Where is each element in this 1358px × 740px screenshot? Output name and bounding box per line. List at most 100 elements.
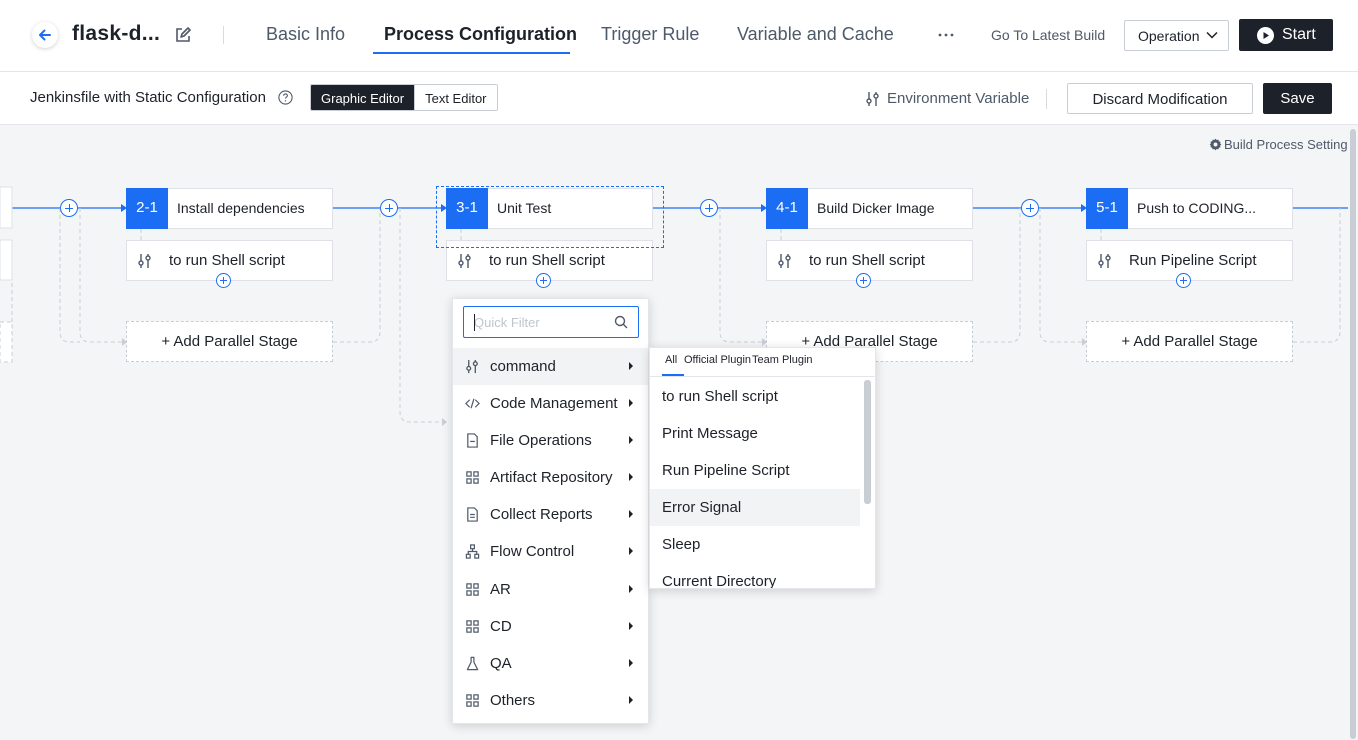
tab-basic-info[interactable]: Basic Info	[266, 24, 345, 45]
add-stage-button[interactable]	[1021, 199, 1039, 217]
task-name: Run Pipeline Script	[1129, 252, 1257, 269]
new-task-placeholder	[436, 186, 664, 248]
submenu-item[interactable]: Print Message	[650, 415, 860, 452]
stage-name: Build Dicker Image	[817, 200, 935, 216]
add-task-button[interactable]	[536, 273, 551, 288]
stage-name: Push to CODING...	[1137, 200, 1257, 216]
sliders-icon[interactable]	[865, 91, 881, 107]
operation-dropdown[interactable]: Operation	[1124, 20, 1229, 51]
active-tab-indicator	[662, 374, 684, 376]
caret-right-icon	[629, 547, 633, 555]
scrollbar-thumb[interactable]	[1350, 129, 1356, 739]
environment-variable-link[interactable]: Environment Variable	[887, 90, 1029, 107]
submenu-item[interactable]: Current Directory	[650, 563, 860, 588]
add-task-button[interactable]	[856, 273, 871, 288]
submenu-item[interactable]: Sleep	[650, 526, 860, 563]
tab-variable-and-cache[interactable]: Variable and Cache	[737, 24, 894, 45]
add-parallel-stage-button[interactable]: + Add Parallel Stage	[126, 321, 333, 362]
menu-item-label: QA	[490, 655, 512, 672]
top-header: flask-d... Basic Info Process Configurat…	[0, 0, 1358, 72]
go-to-latest-build-link[interactable]: Go To Latest Build	[991, 27, 1105, 43]
add-stage-button[interactable]	[60, 199, 78, 217]
plugin-filter-tabs: All Official Plugin Team Plugin	[650, 348, 875, 377]
start-button[interactable]: Start	[1239, 19, 1333, 51]
submenu-scrollbar[interactable]	[864, 380, 871, 504]
arrow-left-icon	[39, 29, 51, 41]
menu-item-artifact-repository[interactable]: Artifact Repository	[453, 459, 648, 496]
edit-icon[interactable]	[174, 26, 192, 44]
tab-trigger-rule[interactable]: Trigger Rule	[601, 24, 699, 45]
divider	[223, 26, 224, 44]
task-name: to run Shell script	[809, 252, 925, 269]
caret-right-icon	[629, 510, 633, 518]
menu-item-label: Others	[490, 692, 536, 709]
file-icon	[467, 433, 478, 448]
sliders-icon	[778, 254, 791, 268]
more-icon[interactable]	[937, 26, 955, 44]
menu-item-ar[interactable]: AR	[453, 571, 648, 608]
active-tab-indicator	[373, 52, 570, 54]
back-button[interactable]	[32, 22, 58, 48]
submenu-item[interactable]: Run Pipeline Script	[650, 452, 860, 489]
tab-all[interactable]: All	[665, 354, 677, 366]
chevron-down-icon	[1206, 31, 1218, 39]
flow-icon	[465, 544, 480, 559]
canvas-scrollbar[interactable]	[1348, 125, 1358, 740]
menu-item-flow-control[interactable]: Flow Control	[453, 533, 648, 570]
caret-right-icon	[629, 585, 633, 593]
text-editor-button[interactable]: Text Editor	[414, 85, 497, 110]
tab-team-plugin[interactable]: Team Plugin	[752, 354, 813, 366]
tab-official-plugin[interactable]: Official Plugin	[684, 354, 751, 366]
task-card[interactable]: to run Shell script	[126, 240, 333, 281]
sliders-icon	[458, 254, 471, 268]
start-label: Start	[1282, 26, 1316, 43]
task-card[interactable]: Run Pipeline Script	[1086, 240, 1293, 281]
quick-filter-input[interactable]: Quick Filter	[463, 306, 639, 338]
graphic-editor-button[interactable]: Graphic Editor	[311, 85, 415, 110]
submenu-item[interactable]: Error Signal	[650, 489, 860, 526]
caret-right-icon	[629, 659, 633, 667]
task-type-menu: Quick Filter command Code Management Fil…	[452, 298, 649, 724]
pipeline-title: flask-d...	[72, 22, 161, 45]
menu-item-command[interactable]: command	[453, 348, 648, 385]
sliders-icon	[466, 359, 478, 374]
stage-card[interactable]: 2-1 Install dependencies	[126, 188, 333, 229]
add-task-button[interactable]	[216, 273, 231, 288]
stage-number: 5-1	[1086, 188, 1128, 229]
menu-item-cd[interactable]: CD	[453, 608, 648, 645]
grid-icon	[466, 583, 479, 596]
stage-card[interactable]: 4-1 Build Dicker Image	[766, 188, 973, 229]
menu-item-others[interactable]: Others	[453, 682, 648, 719]
menu-item-label: CD	[490, 618, 512, 635]
flask-icon	[466, 656, 479, 671]
menu-item-collect-reports[interactable]: Collect Reports	[453, 496, 648, 533]
discard-modification-button[interactable]: Discard Modification	[1067, 83, 1253, 114]
add-stage-button[interactable]	[700, 199, 718, 217]
caret-right-icon	[629, 696, 633, 704]
task-name: to run Shell script	[489, 252, 605, 269]
quick-filter-placeholder: Quick Filter	[474, 315, 540, 330]
task-card[interactable]: to run Shell script	[766, 240, 973, 281]
menu-item-code-management[interactable]: Code Management	[453, 385, 648, 422]
grid-icon	[466, 471, 479, 484]
add-task-button[interactable]	[1176, 273, 1191, 288]
menu-item-file-operations[interactable]: File Operations	[453, 422, 648, 459]
report-icon	[467, 507, 478, 522]
add-parallel-stage-button[interactable]: + Add Parallel Stage	[1086, 321, 1293, 362]
menu-item-label: Flow Control	[490, 543, 575, 560]
caret-right-icon	[629, 436, 633, 444]
stage-number: 4-1	[766, 188, 808, 229]
stage-card[interactable]: 5-1 Push to CODING...	[1086, 188, 1293, 229]
search-icon	[614, 315, 628, 329]
help-icon[interactable]	[278, 90, 293, 105]
add-stage-button[interactable]	[380, 199, 398, 217]
editor-mode-toggle: Graphic Editor Text Editor	[310, 84, 498, 111]
menu-item-qa[interactable]: QA	[453, 645, 648, 682]
save-button[interactable]: Save	[1263, 83, 1332, 114]
sliders-icon	[138, 254, 151, 268]
code-icon	[465, 398, 480, 409]
operation-label: Operation	[1138, 28, 1200, 44]
menu-item-label: Artifact Repository	[490, 469, 613, 486]
tab-process-configuration[interactable]: Process Configuration	[384, 24, 577, 45]
submenu-item[interactable]: to run Shell script	[650, 378, 860, 415]
